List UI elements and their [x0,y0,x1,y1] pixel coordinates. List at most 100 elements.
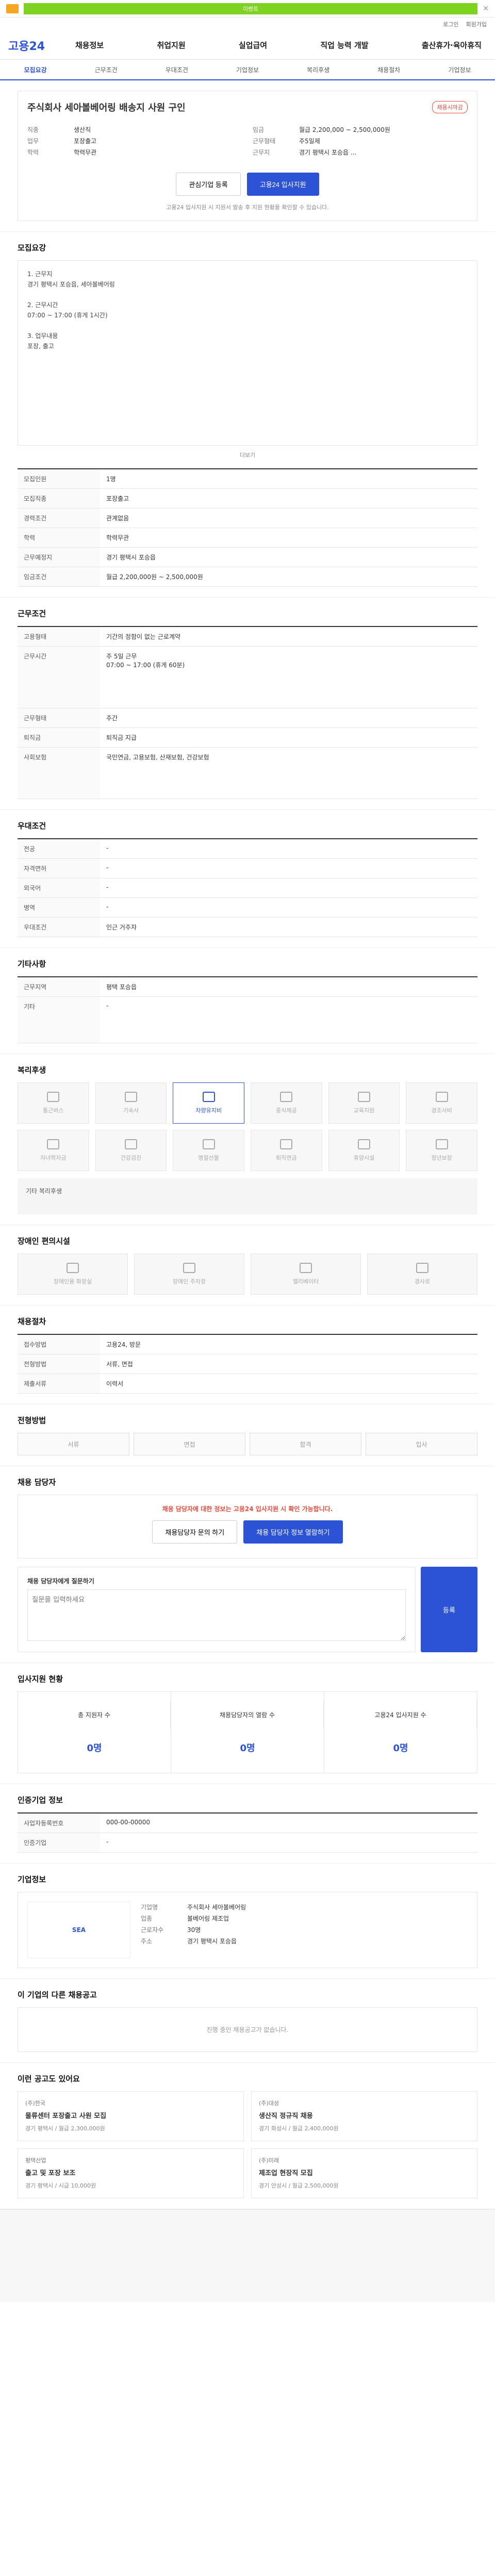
ask-input[interactable] [27,1589,406,1641]
view-contact-button[interactable]: 채용 담당자 정보 열람하기 [243,1520,343,1544]
rec-item[interactable]: (주)한국 물류센터 포장출고 사원 모집 경기 평택시 / 월급 2,300,00… [18,2091,244,2141]
summary-val: 생산직 [74,126,91,133]
elevator-icon [300,1263,312,1273]
more-link[interactable]: 더보기 [18,451,477,459]
pref-key: 외국어 [18,878,100,898]
gnb-support[interactable]: 취업지원 [152,40,190,50]
tab-welfare[interactable]: 복리후생 [283,60,354,79]
summary-val: 월급 2,200,000 ~ 2,500,000원 [299,126,390,133]
apply-button[interactable]: 고용24 입사지원 [246,173,319,196]
corp-key: 근로자수 [141,1926,164,1934]
close-icon[interactable]: ✕ [483,5,489,13]
stat-section: 입사지원 현황 총 지원자 수 0명 채용담당자의 열람 수 0명 고용24 입사지… [0,1663,495,1784]
login-link[interactable]: 로그인 [443,20,458,28]
tab-process[interactable]: 채용절차 [354,60,424,79]
disabled-item: 장애인 주차장 [134,1253,244,1295]
pref-key: 전공 [18,839,100,859]
tab-cond[interactable]: 근무조건 [71,60,141,79]
summary-section: 주식회사 세아볼베어링 배송지 사원 구인 채용시마감 직종 생산직 업무 포장출고… [0,80,495,232]
disabled-label: 장애인용 화장실 [53,1278,92,1285]
etc-table: 근무지역 평택 포승읍 기타 - [18,976,477,1043]
info-val: 월급 2,200,000원 ~ 2,500,000원 [100,567,477,587]
summary-key: 근무형태 [253,138,276,145]
detail-tabs: 모집요강 근무조건 우대조건 기업정보 복리후생 채용절차 기업정보 [0,60,495,80]
pref-val: - [100,839,477,859]
rec-item[interactable]: 평택산업 출고 및 포장 보조 경기 평택시 / 시급 10,000원 [18,2148,244,2198]
rec-item[interactable]: (주)대성 생산직 정규직 채용 경기 화성시 / 월급 2,400,000원 [251,2091,477,2141]
pref-val: - [100,897,477,918]
summary-key: 근무지 [253,149,270,156]
interest-button[interactable]: 관심기업 등록 [176,173,241,196]
info-key: 경력조건 [18,508,100,528]
detail-val: - [100,1833,477,1853]
step-item: 입사 [366,1433,477,1455]
rec-title: 물류센터 포장출고 사원 모집 [25,2112,107,2120]
global-nav: 고용24 채용정보 취업지원 실업급여 직업 능력 개발 출산휴가·육아휴직 [0,31,495,60]
section-title: 전형방법 [18,1416,46,1425]
corp-logo: SEA [27,1902,130,1958]
etc-val: - [100,996,477,1043]
apply-steps: 서류 면접 합격 입사 [18,1433,477,1455]
tab-pref[interactable]: 우대조건 [141,60,212,79]
etc-section: 기타사항 근무지역 평택 포승읍 기타 - [0,948,495,1054]
welfare-label: 통근버스 [43,1107,64,1114]
gnb-training[interactable]: 직업 능력 개발 [315,40,373,50]
gnb-jobs[interactable]: 채용정보 [70,40,109,50]
summary-key: 업무 [27,138,39,145]
gnb-leave[interactable]: 출산휴가·육아휴직 [417,40,487,50]
resort-icon [357,1139,370,1149]
welfare-label: 경조사비 [431,1107,452,1114]
stat-value: 0명 [240,1743,255,1754]
process-key: 제출서류 [18,1374,100,1394]
process-key: 접수방법 [18,1334,100,1354]
shield-icon [435,1139,448,1149]
welfare-item: 정년보장 [406,1130,477,1171]
pref-val: 인근 거주자 [100,917,477,937]
present-icon [202,1139,215,1149]
detail-key: 인증기업 [18,1833,100,1853]
cond-key: 사회보험 [18,747,100,799]
stat-box: 총 지원자 수 0명 채용담당자의 열람 수 0명 고용24 입사지원 수 0명 [18,1691,477,1773]
rec-grid: (주)한국 물류센터 포장출고 사원 모집 경기 평택시 / 월급 2,300,00… [18,2091,477,2198]
banner-badge [6,4,19,13]
gift-icon [435,1092,448,1102]
join-link[interactable]: 회원가입 [466,20,487,28]
section-title: 입사지원 현황 [18,1674,63,1684]
tab-recruit[interactable]: 모집요강 [0,60,71,79]
welfare-note: 기타 복리후생 [18,1178,477,1214]
health-icon [124,1139,137,1149]
logo[interactable]: 고용24 [8,37,50,54]
rec-item[interactable]: (주)미래 제조업 현장직 모집 경기 안성시 / 월급 2,500,000원 [251,2148,477,2198]
stat-label: 고용24 입사지원 수 [324,1701,477,1728]
rec-company: 평택산업 [25,2157,46,2164]
cond-table: 고용형태 기간의 정함이 없는 근로계약 근무시간 주 5일 근무 07:00 ~ … [18,626,477,799]
person-notice: 채용 담당자에 대한 정보는 고용24 입사지원 시 확인 가능합니다. [162,1505,333,1513]
cond-key: 퇴직금 [18,727,100,748]
job-title: 주식회사 세아볼베어링 배송지 사원 구인 [27,103,186,113]
rec-meta: 경기 화성시 / 월급 2,400,000원 [259,2125,339,2132]
info-key: 모집직종 [18,488,100,509]
etc-key: 근무지역 [18,977,100,997]
tab-info[interactable]: 기업정보 [212,60,283,79]
tab-corp[interactable]: 기업정보 [424,60,495,79]
pref-section: 우대조건 전공 - 자격면허 - 외국어 - 병역 - 우대조건 인근 거주자 [0,810,495,948]
disabled-section: 장애인 편의시설 장애인용 화장실 장애인 주차장 엘리베이터 경사로 [0,1225,495,1306]
welfare-label: 정년보장 [431,1155,452,1161]
inquiry-button[interactable]: 채용담당자 문의 하기 [152,1520,238,1544]
gnb-benefit[interactable]: 실업급여 [234,40,272,50]
welfare-item: 차량유지비 [173,1082,244,1124]
ask-submit-button[interactable]: 등록 [421,1567,477,1652]
stat-value: 0명 [393,1743,408,1754]
stat-label: 총 지원자 수 [18,1701,171,1728]
rec-meta: 경기 안성시 / 월급 2,500,000원 [259,2182,339,2189]
info-table: 모집인원 1명 모집직종 포장출고 경력조건 관계없음 학력 학력무관 근무예정지 경기 … [18,468,477,587]
banner-bar[interactable]: 이벤트 [24,3,478,14]
detail-val: 000-00-00000 [100,1813,477,1833]
apply-section: 전형방법 서류 면접 합격 입사 [0,1404,495,1466]
summary-key: 직종 [27,126,39,133]
summary-val: 주5일제 [299,138,320,145]
cond-val: 기간의 정함이 없는 근로계약 [100,626,477,647]
summary-val: 경기 평택시 포승읍 ... [299,149,357,156]
section-title: 채용 담당자 [18,1478,56,1487]
pref-key: 자격면허 [18,858,100,878]
